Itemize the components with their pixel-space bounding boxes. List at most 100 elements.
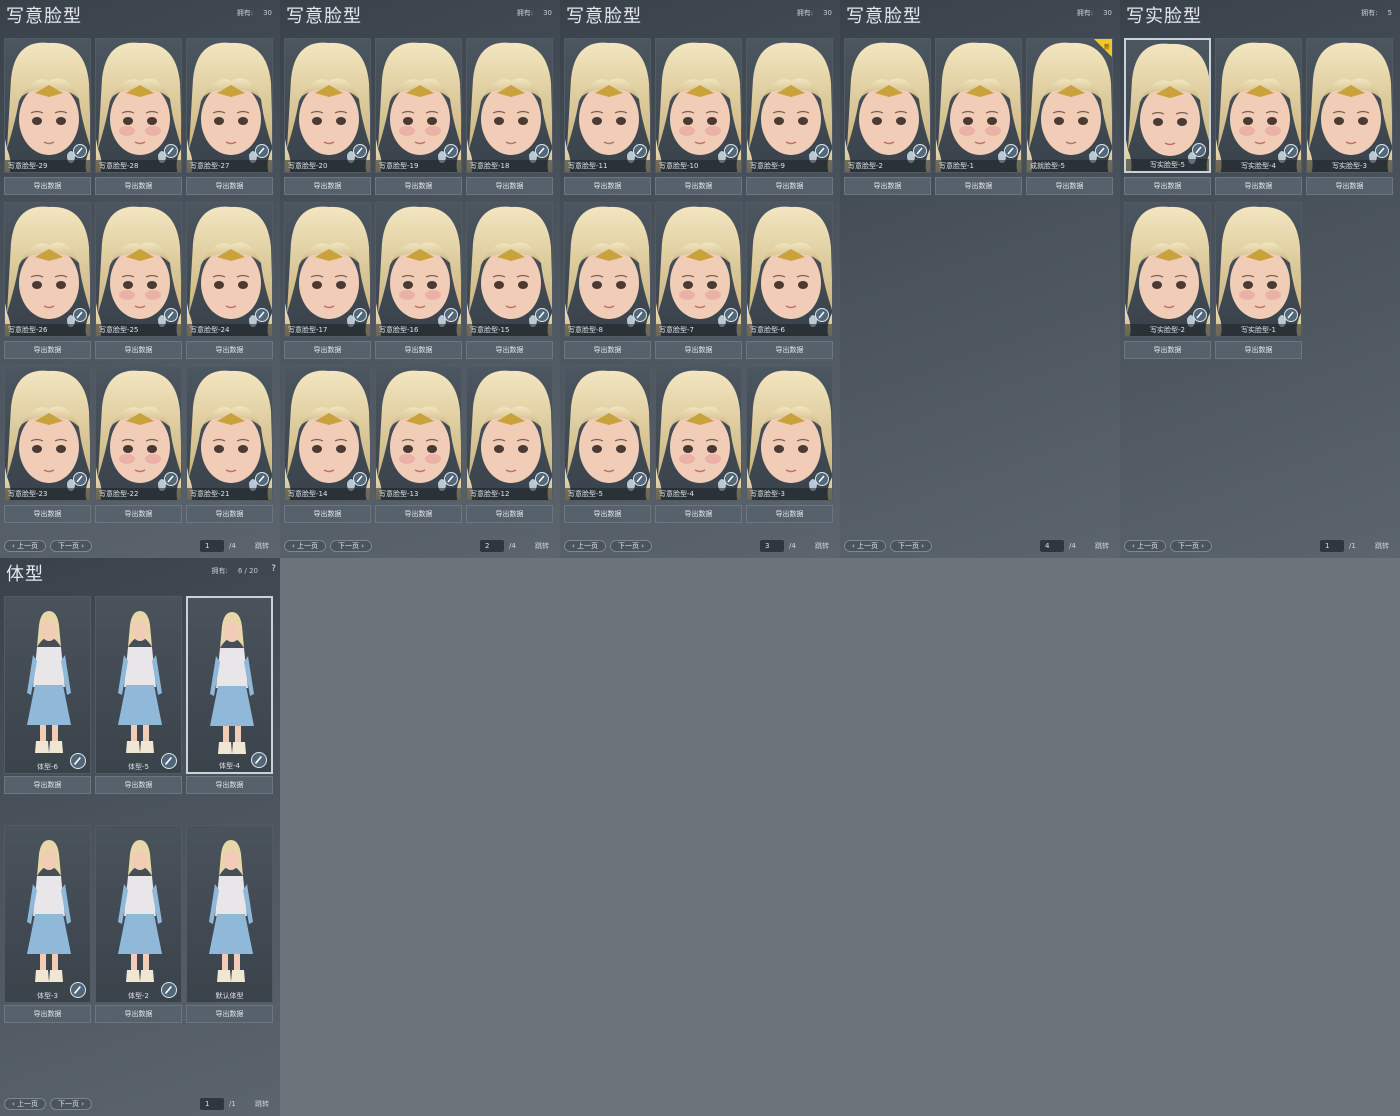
export-data-button[interactable]: 导出数据 xyxy=(564,177,651,195)
export-data-button[interactable]: 导出数据 xyxy=(375,341,462,359)
face-card[interactable]: 写意脸型-22 xyxy=(95,366,182,501)
body-card[interactable]: 体型-3 xyxy=(4,825,91,1003)
face-card[interactable]: 写意脸型-14 xyxy=(284,366,371,501)
face-card[interactable]: 写意脸型-28 xyxy=(95,38,182,173)
export-data-button[interactable]: 导出数据 xyxy=(1026,177,1113,195)
face-card[interactable]: 写实脸型-5 xyxy=(1124,38,1211,173)
page-number-input[interactable]: 1 xyxy=(200,540,224,552)
face-card[interactable]: 写意脸型-23 xyxy=(4,366,91,501)
prev-page-button[interactable]: ‹ 上一页 xyxy=(4,540,46,552)
export-data-button[interactable]: 导出数据 xyxy=(935,177,1022,195)
face-card[interactable]: 写意脸型-4 xyxy=(655,366,742,501)
export-data-button[interactable]: 导出数据 xyxy=(284,341,371,359)
export-data-button[interactable]: 导出数据 xyxy=(564,341,651,359)
next-page-button[interactable]: 下一页 › xyxy=(890,540,932,552)
body-card[interactable]: 体型-6 xyxy=(4,596,91,774)
face-card[interactable]: 写意脸型-26 xyxy=(4,202,91,337)
export-data-button[interactable]: 导出数据 xyxy=(375,177,462,195)
export-data-button[interactable]: 导出数据 xyxy=(746,505,833,523)
export-data-button[interactable]: 导出数据 xyxy=(1215,341,1302,359)
export-data-button[interactable]: 导出数据 xyxy=(95,177,182,195)
export-data-button[interactable]: 导出数据 xyxy=(186,1005,273,1023)
face-card[interactable]: 写意脸型-12 xyxy=(466,366,553,501)
face-card[interactable]: 写意脸型-10 xyxy=(655,38,742,173)
help-icon[interactable]: ? xyxy=(271,564,276,574)
prev-page-button[interactable]: ‹ 上一页 xyxy=(1124,540,1166,552)
export-data-button[interactable]: 导出数据 xyxy=(1124,177,1211,195)
export-data-button[interactable]: 导出数据 xyxy=(1124,341,1211,359)
export-data-button[interactable]: 导出数据 xyxy=(1215,177,1302,195)
face-card[interactable]: 写意脸型-8 xyxy=(564,202,651,337)
page-number-input[interactable]: 2 xyxy=(480,540,504,552)
face-card[interactable]: 写意脸型-20 xyxy=(284,38,371,173)
prev-page-button[interactable]: ‹ 上一页 xyxy=(844,540,886,552)
export-data-button[interactable]: 导出数据 xyxy=(95,341,182,359)
face-card[interactable]: 写意脸型-19 xyxy=(375,38,462,173)
export-data-button[interactable]: 导出数据 xyxy=(1306,177,1393,195)
export-data-button[interactable]: 导出数据 xyxy=(186,776,273,794)
export-data-button[interactable]: 导出数据 xyxy=(186,341,273,359)
prev-page-button[interactable]: ‹ 上一页 xyxy=(284,540,326,552)
jump-button[interactable]: 跳转 xyxy=(535,540,549,552)
next-page-button[interactable]: 下一页 › xyxy=(610,540,652,552)
face-card[interactable]: 写实脸型-4 xyxy=(1215,38,1302,173)
face-card[interactable]: 写意脸型-9 xyxy=(746,38,833,173)
next-page-button[interactable]: 下一页 › xyxy=(50,1098,92,1110)
page-number-input[interactable]: 1 xyxy=(1320,540,1344,552)
export-data-button[interactable]: 导出数据 xyxy=(746,341,833,359)
face-card[interactable]: 写意脸型-13 xyxy=(375,366,462,501)
export-data-button[interactable]: 导出数据 xyxy=(655,341,742,359)
export-data-button[interactable]: 导出数据 xyxy=(466,177,553,195)
face-card[interactable]: 写意脸型-25 xyxy=(95,202,182,337)
face-card[interactable]: 写意脸型-7 xyxy=(655,202,742,337)
face-card[interactable]: 成就脸型-5 新 xyxy=(1026,38,1113,173)
face-card[interactable]: 写意脸型-18 xyxy=(466,38,553,173)
face-card[interactable]: 写意脸型-21 xyxy=(186,366,273,501)
jump-button[interactable]: 跳转 xyxy=(255,1098,269,1110)
export-data-button[interactable]: 导出数据 xyxy=(844,177,931,195)
export-data-button[interactable]: 导出数据 xyxy=(284,177,371,195)
jump-button[interactable]: 跳转 xyxy=(1375,540,1389,552)
face-card[interactable]: 写意脸型-29 xyxy=(4,38,91,173)
face-card[interactable]: 写意脸型-24 xyxy=(186,202,273,337)
export-data-button[interactable]: 导出数据 xyxy=(4,1005,91,1023)
page-number-input[interactable]: 1 xyxy=(200,1098,224,1110)
body-card[interactable]: 默认体型 xyxy=(186,825,273,1003)
face-card[interactable]: 写意脸型-27 xyxy=(186,38,273,173)
body-card[interactable]: 体型-2 xyxy=(95,825,182,1003)
next-page-button[interactable]: 下一页 › xyxy=(1170,540,1212,552)
face-card[interactable]: 写实脸型-2 xyxy=(1124,202,1211,337)
page-number-input[interactable]: 4 xyxy=(1040,540,1064,552)
export-data-button[interactable]: 导出数据 xyxy=(186,505,273,523)
face-card[interactable]: 写意脸型-17 xyxy=(284,202,371,337)
export-data-button[interactable]: 导出数据 xyxy=(186,177,273,195)
face-card[interactable]: 写意脸型-11 xyxy=(564,38,651,173)
export-data-button[interactable]: 导出数据 xyxy=(466,341,553,359)
body-card[interactable]: 体型-4 xyxy=(186,596,273,774)
body-card[interactable]: 体型-5 xyxy=(95,596,182,774)
face-card[interactable]: 写意脸型-6 xyxy=(746,202,833,337)
jump-button[interactable]: 跳转 xyxy=(815,540,829,552)
export-data-button[interactable]: 导出数据 xyxy=(655,505,742,523)
jump-button[interactable]: 跳转 xyxy=(1095,540,1109,552)
export-data-button[interactable]: 导出数据 xyxy=(284,505,371,523)
face-card[interactable]: 写实脸型-3 xyxy=(1306,38,1393,173)
face-card[interactable]: 写意脸型-5 xyxy=(564,366,651,501)
export-data-button[interactable]: 导出数据 xyxy=(466,505,553,523)
face-card[interactable]: 写意脸型-15 xyxy=(466,202,553,337)
face-card[interactable]: 写意脸型-3 xyxy=(746,366,833,501)
face-card[interactable]: 写意脸型-1 xyxy=(935,38,1022,173)
export-data-button[interactable]: 导出数据 xyxy=(4,341,91,359)
export-data-button[interactable]: 导出数据 xyxy=(655,177,742,195)
prev-page-button[interactable]: ‹ 上一页 xyxy=(564,540,606,552)
next-page-button[interactable]: 下一页 › xyxy=(330,540,372,552)
export-data-button[interactable]: 导出数据 xyxy=(95,505,182,523)
export-data-button[interactable]: 导出数据 xyxy=(375,505,462,523)
page-number-input[interactable]: 3 xyxy=(760,540,784,552)
jump-button[interactable]: 跳转 xyxy=(255,540,269,552)
export-data-button[interactable]: 导出数据 xyxy=(564,505,651,523)
export-data-button[interactable]: 导出数据 xyxy=(4,776,91,794)
export-data-button[interactable]: 导出数据 xyxy=(746,177,833,195)
export-data-button[interactable]: 导出数据 xyxy=(95,1005,182,1023)
face-card[interactable]: 写实脸型-1 xyxy=(1215,202,1302,337)
